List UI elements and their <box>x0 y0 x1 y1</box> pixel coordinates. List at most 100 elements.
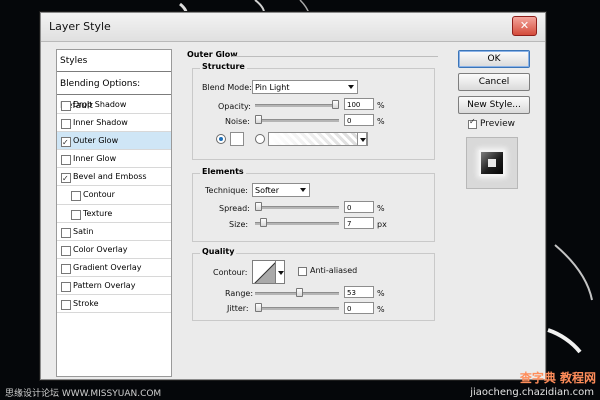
gradient-radio[interactable] <box>255 134 265 144</box>
style-item-checkbox[interactable] <box>61 170 71 187</box>
style-item-checkbox[interactable] <box>61 119 71 130</box>
structure-legend: Structure <box>200 62 247 71</box>
jitter-input[interactable]: 0 <box>344 302 374 314</box>
style-item-label: Contour <box>83 190 115 200</box>
style-item[interactable]: Color Overlay <box>57 241 171 259</box>
style-item-label: Drop Shadow <box>73 100 127 109</box>
style-item-checkbox[interactable] <box>61 101 71 111</box>
style-item[interactable]: Inner Shadow <box>57 114 171 133</box>
technique-dropdown[interactable]: Softer <box>252 183 310 197</box>
blend-mode-label: Blend Mode: <box>202 83 252 92</box>
preview-label: Preview <box>480 119 516 129</box>
effects-list: Drop Shadow Inner Shadow Outer Glow Inner G… <box>57 96 171 314</box>
style-item-label: Pattern Overlay <box>73 280 136 290</box>
style-item[interactable]: Inner Glow <box>57 150 171 169</box>
size-input[interactable]: 7 <box>344 217 374 229</box>
style-item[interactable]: Stroke <box>57 295 171 314</box>
glow-color-swatch[interactable] <box>230 132 244 146</box>
opacity-input[interactable]: 100 <box>344 98 374 110</box>
range-slider[interactable] <box>255 288 339 297</box>
gradient-preview[interactable] <box>268 132 368 146</box>
solid-color-radio[interactable] <box>216 134 226 144</box>
size-unit: px <box>377 220 387 229</box>
style-item-label: Color Overlay <box>73 244 128 254</box>
style-item-checkbox[interactable] <box>61 245 71 256</box>
watermark-url: jiaocheng.chazidian.com <box>470 387 594 398</box>
outer-glow-heading: Outer Glow <box>187 50 238 59</box>
opacity-label: Opacity: <box>218 102 251 111</box>
technique-label: Technique: <box>205 186 248 195</box>
style-item[interactable]: Pattern Overlay <box>57 277 171 296</box>
contour-curve-icon <box>254 262 275 283</box>
opacity-slider[interactable] <box>255 100 339 109</box>
spread-slider[interactable] <box>255 202 339 211</box>
spread-input[interactable]: 0 <box>344 201 374 213</box>
style-item-checkbox[interactable] <box>61 227 71 238</box>
style-item[interactable]: Drop Shadow <box>57 96 171 115</box>
chevron-down-icon <box>300 188 306 192</box>
style-item-label: Stroke <box>73 299 99 309</box>
style-item-checkbox[interactable] <box>71 209 81 220</box>
range-unit: % <box>377 289 385 298</box>
anti-aliased-checkbox[interactable] <box>298 267 307 276</box>
style-item-checkbox[interactable] <box>61 281 71 292</box>
noise-input[interactable]: 0 <box>344 114 374 126</box>
style-item-checkbox[interactable] <box>61 134 71 151</box>
style-item-label: Inner Shadow <box>73 118 128 128</box>
range-label: Range: <box>225 289 254 298</box>
style-item[interactable]: Texture <box>57 205 171 223</box>
size-label: Size: <box>229 220 249 229</box>
close-button[interactable]: ✕ <box>512 16 537 36</box>
layer-style-dialog: Layer Style ✕ Styles Blending Options: D… <box>40 12 546 380</box>
jitter-unit: % <box>377 305 385 314</box>
style-item-label: Outer Glow <box>73 136 119 146</box>
blending-options-item[interactable]: Blending Options: Default <box>57 73 171 111</box>
style-item-checkbox[interactable] <box>61 263 71 274</box>
style-item[interactable]: Outer Glow <box>57 132 171 151</box>
noise-unit: % <box>377 117 385 126</box>
left-watermark: 思缘设计论坛 WWW.MISSYUAN.COM <box>5 389 162 399</box>
jitter-slider[interactable] <box>255 303 339 312</box>
style-item[interactable]: Contour <box>57 186 171 205</box>
style-preview-thumbnail <box>466 137 518 189</box>
style-item[interactable]: Gradient Overlay <box>57 259 171 277</box>
size-slider-thumb[interactable] <box>260 218 267 227</box>
contour-label: Contour: <box>213 268 248 277</box>
ok-button[interactable]: OK <box>458 50 530 68</box>
size-slider[interactable] <box>255 218 339 227</box>
style-item[interactable]: Satin <box>57 223 171 241</box>
anti-aliased-label: Anti-aliased <box>310 266 358 275</box>
noise-slider-thumb[interactable] <box>255 115 262 124</box>
range-slider-thumb[interactable] <box>296 288 303 297</box>
technique-value: Softer <box>255 186 279 195</box>
styles-header[interactable]: Styles <box>57 50 171 72</box>
styles-sidebar: Styles Blending Options: Default Drop Sh… <box>56 49 172 377</box>
noise-label: Noise: <box>225 117 250 126</box>
jitter-slider-thumb[interactable] <box>255 303 262 312</box>
new-style-button[interactable]: New Style... <box>458 96 530 114</box>
contour-dropdown-arrow[interactable] <box>275 260 285 284</box>
style-item[interactable]: Bevel and Emboss <box>57 168 171 187</box>
preview-checkbox[interactable] <box>468 117 477 129</box>
right-watermark: 查字典 教程网 <box>519 371 596 385</box>
dialog-title: Layer Style <box>49 20 111 33</box>
jitter-label: Jitter: <box>227 304 249 313</box>
style-item-label: Satin <box>73 226 94 236</box>
range-input[interactable]: 53 <box>344 286 374 298</box>
spread-label: Spread: <box>219 204 250 213</box>
style-item-checkbox[interactable] <box>71 191 81 202</box>
contour-preview[interactable] <box>252 260 276 284</box>
blend-mode-value: Pin Light <box>255 83 290 92</box>
dialog-titlebar: Layer Style ✕ <box>41 13 545 42</box>
blend-mode-dropdown[interactable]: Pin Light <box>252 80 358 94</box>
style-item-checkbox[interactable] <box>61 300 71 311</box>
style-item-checkbox[interactable] <box>61 155 71 166</box>
quality-legend: Quality <box>200 247 237 256</box>
spread-slider-thumb[interactable] <box>255 202 262 211</box>
opacity-slider-thumb[interactable] <box>332 100 339 109</box>
cancel-button[interactable]: Cancel <box>458 73 530 91</box>
spread-unit: % <box>377 204 385 213</box>
gradient-dropdown-arrow[interactable] <box>357 132 367 146</box>
chevron-down-icon <box>348 85 354 89</box>
noise-slider[interactable] <box>255 115 339 124</box>
